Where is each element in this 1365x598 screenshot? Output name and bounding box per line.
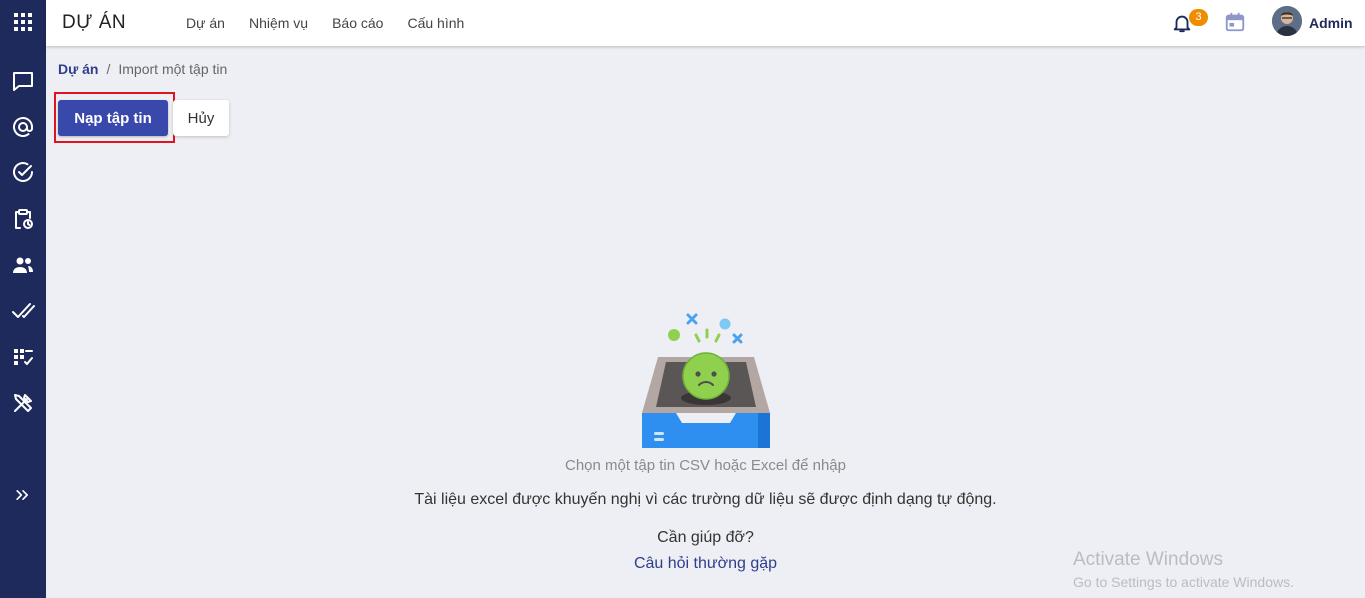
checklist-icon[interactable] <box>0 342 46 372</box>
app-title: DỰ ÁN <box>62 12 127 33</box>
people-icon[interactable] <box>0 250 46 280</box>
calendar-icon[interactable] <box>1224 11 1246 33</box>
nav-item-bao-cao[interactable]: Báo cáo <box>332 15 383 31</box>
topbar: DỰ ÁN Dự án Nhiệm vụ Báo cáo Cấu hình 3 … <box>46 0 1365 46</box>
cancel-button[interactable]: Hủy <box>173 100 229 136</box>
notification-badge: 3 <box>1189 9 1208 26</box>
nav-item-nhiem-vu[interactable]: Nhiệm vụ <box>249 15 308 31</box>
clipboard-clock-icon[interactable] <box>0 204 46 234</box>
nav-item-du-an[interactable]: Dự án <box>186 15 225 31</box>
empty-inbox-illustration <box>636 310 776 452</box>
main-nav: Dự án Nhiệm vụ Báo cáo Cấu hình <box>186 15 464 31</box>
nav-item-cau-hinh[interactable]: Cấu hình <box>407 15 464 31</box>
help-question: Cần giúp đỡ? <box>657 529 754 546</box>
tools-icon[interactable] <box>0 388 46 418</box>
breadcrumb-root[interactable]: Dự án <box>58 61 98 77</box>
breadcrumb: Dự án / Import một tập tin <box>58 61 227 77</box>
double-check-icon[interactable] <box>0 296 46 326</box>
empty-state-description: Tài liệu excel được khuyến nghị vì các t… <box>414 491 997 508</box>
activate-windows-title: Activate Windows <box>1073 549 1223 570</box>
at-mention-icon[interactable] <box>0 112 46 142</box>
user-name[interactable]: Admin <box>1309 15 1353 31</box>
apps-grid-icon[interactable] <box>0 7 46 37</box>
breadcrumb-current: Import một tập tin <box>118 61 228 77</box>
check-circle-icon[interactable] <box>0 158 46 188</box>
activate-windows-subtitle: Go to Settings to activate Windows. <box>1073 574 1294 590</box>
upload-file-button[interactable]: Nạp tập tin <box>58 100 168 136</box>
chat-icon[interactable] <box>0 66 46 96</box>
avatar[interactable] <box>1272 6 1302 36</box>
breadcrumb-separator: / <box>106 61 111 77</box>
empty-state-title: Chọn một tập tin CSV hoặc Excel để nhập <box>564 457 846 474</box>
